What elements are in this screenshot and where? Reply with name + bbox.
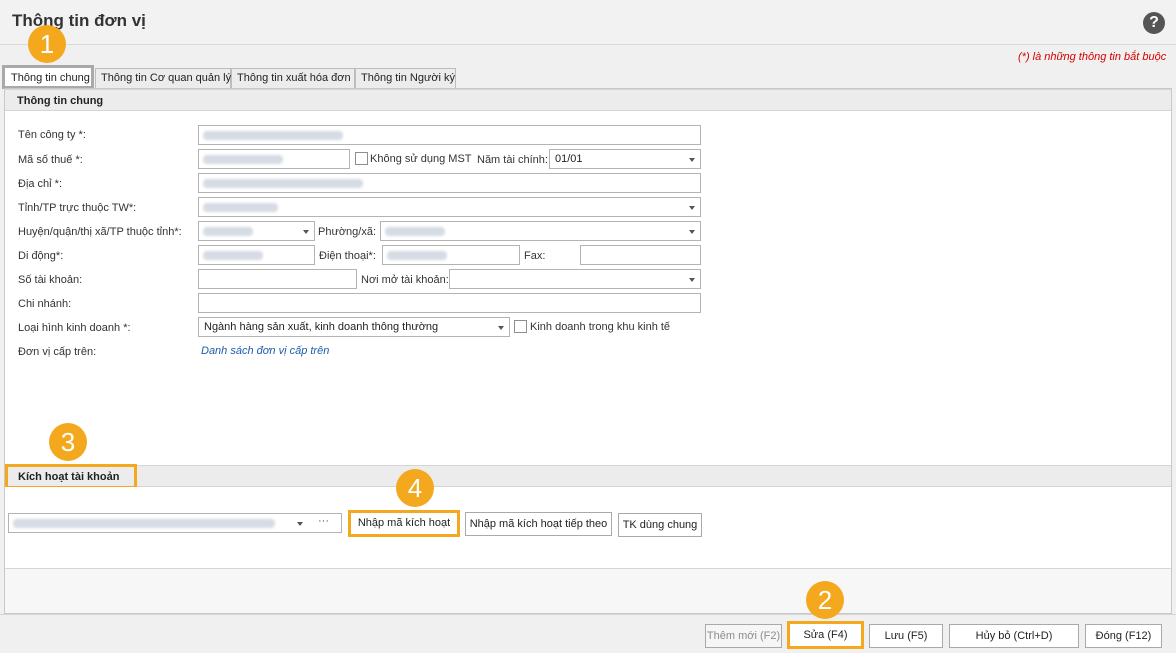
business-type-label: Loại hình kinh doanh *: [18,322,131,334]
activation-title-highlight: Kích hoạt tài khoản [5,464,137,489]
branch-input[interactable] [198,293,701,313]
annotation-badge-3: 3 [49,423,87,461]
tab-signer-info[interactable]: Thông tin Người ký [355,68,456,88]
annotation-badge-1: 1 [28,25,66,63]
annotation-badge-4: 4 [396,469,434,507]
title-bar [0,0,1176,45]
ward-select[interactable] [380,221,701,241]
add-new-button[interactable]: Thêm mới (F2) [705,624,782,648]
address-input[interactable] [198,173,701,193]
enter-next-activation-code-button[interactable]: Nhập mã kích hoạt tiếp theo [465,512,612,536]
bank-select[interactable] [449,269,701,289]
fax-label: Fax: [524,250,546,262]
tab-invoice-info[interactable]: Thông tin xuất hóa đơn [231,68,355,88]
shared-account-button[interactable]: TK dùng chung [618,513,702,537]
required-fields-note: (*) là những thông tin bắt buộc [1018,51,1167,63]
bank-label: Nơi mở tài khoản: [361,274,449,286]
chevron-down-icon [303,230,309,234]
parent-unit-label: Đơn vị cấp trên: [18,346,97,358]
business-type-value: Ngành hàng sản xuất, kinh doanh thông th… [204,321,439,333]
tab-general[interactable]: Thông tin chung [2,65,94,89]
fiscal-year-value: 01/01 [555,153,583,165]
phone-label: Điện thoại*: [319,250,376,262]
help-icon[interactable]: ? [1143,12,1165,34]
phone-input[interactable] [382,245,520,265]
no-tax-code-label: Không sử dụng MST [370,153,472,165]
economic-zone-checkbox[interactable] [514,320,527,333]
account-number-label: Số tài khoản: [18,274,83,286]
save-button[interactable]: Lưu (F5) [869,624,943,648]
annotation-badge-2: 2 [806,581,844,619]
edit-button[interactable]: Sửa (F4) [787,621,864,649]
chevron-down-icon [498,326,504,330]
fax-input[interactable] [580,245,701,265]
mobile-input[interactable] [198,245,315,265]
enter-activation-code-button[interactable]: Nhập mã kích hoạt [348,510,460,537]
district-label: Huyện/quận/thị xã/TP thuộc tỉnh*: [18,226,182,238]
economic-zone-label: Kinh doanh trong khu kinh tế [530,321,671,333]
address-label: Địa chỉ *: [18,178,63,190]
section-activation-header [5,465,1171,487]
parent-unit-list-link[interactable]: Danh sách đơn vị cấp trên [201,345,329,357]
company-name-label: Tên công ty *: [18,129,86,141]
tax-code-input[interactable] [198,149,350,169]
company-name-input[interactable] [198,125,701,145]
account-number-input[interactable] [198,269,357,289]
tab-management-agency[interactable]: Thông tin Cơ quan quản lý [95,68,231,88]
chevron-down-icon [689,230,695,234]
more-options-icon[interactable]: ··· [318,515,329,527]
close-button[interactable]: Đóng (F12) [1085,624,1162,648]
district-select[interactable] [198,221,315,241]
cancel-button[interactable]: Hủy bỏ (Ctrl+D) [949,624,1079,648]
window-title: Thông tin đơn vị [12,11,146,30]
business-type-select[interactable]: Ngành hàng sản xuất, kinh doanh thông th… [198,317,510,337]
fiscal-year-label: Năm tài chính: [477,154,548,166]
mobile-label: Di động*: [18,250,64,262]
no-tax-code-checkbox[interactable] [355,152,368,165]
chevron-down-icon [297,522,303,526]
chevron-down-icon [689,278,695,282]
chevron-down-icon [689,206,695,210]
ward-label: Phường/xã: [318,226,376,238]
chevron-down-icon [689,158,695,162]
province-label: Tỉnh/TP trực thuộc TW*: [18,202,137,214]
activation-account-select[interactable]: ··· [8,513,342,533]
province-select[interactable] [198,197,701,217]
tax-code-label: Mã số thuế *: [18,154,83,166]
fiscal-year-select[interactable]: 01/01 [549,149,701,169]
branch-label: Chi nhánh: [18,298,72,310]
section-general-header: Thông tin chung [5,89,1171,111]
